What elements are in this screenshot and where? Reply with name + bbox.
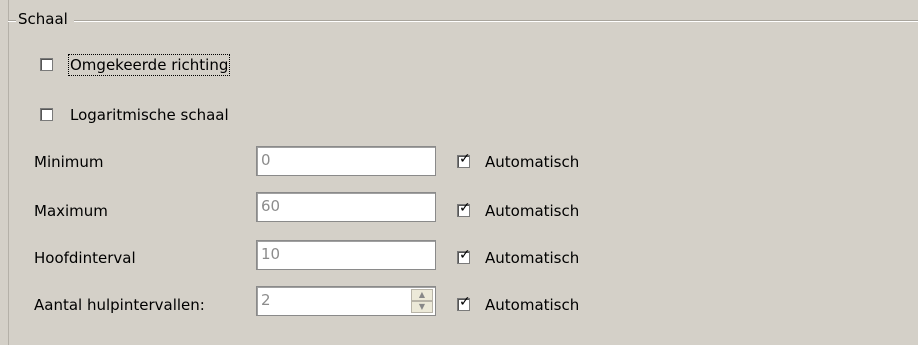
group-divider — [8, 20, 918, 22]
major-interval-auto-label[interactable]: Automatisch — [485, 249, 579, 267]
spin-buttons: ▲ ▼ — [411, 289, 433, 313]
log-scale-checkbox[interactable] — [40, 108, 53, 121]
minimum-row: Minimum 0 ✓ Automatisch — [0, 146, 918, 176]
major-interval-auto-checkbox[interactable]: ✓ — [457, 247, 471, 264]
minor-intervals-value: 2 — [261, 291, 271, 309]
minor-intervals-label: Aantal hulpintervallen: — [34, 296, 205, 314]
spin-up-icon[interactable]: ▲ — [411, 289, 433, 301]
reverse-direction-row: Omgekeerde richting — [0, 54, 918, 80]
major-interval-label: Hoofdinterval — [34, 249, 136, 267]
minor-intervals-spinbox[interactable]: 2 ▲ ▼ — [256, 286, 436, 316]
major-interval-row: Hoofdinterval 10 ✓ Automatisch — [0, 240, 918, 271]
minimum-input[interactable]: 0 — [256, 146, 436, 176]
maximum-auto-checkbox[interactable]: ✓ — [457, 200, 471, 217]
maximum-input[interactable]: 60 — [256, 192, 436, 222]
reverse-direction-checkbox[interactable] — [40, 58, 53, 71]
maximum-auto-label[interactable]: Automatisch — [485, 202, 579, 220]
checkmark-icon: ✓ — [459, 247, 471, 263]
log-scale-label[interactable]: Logaritmische schaal — [70, 106, 229, 124]
maximum-row: Maximum 60 ✓ Automatisch — [0, 192, 918, 224]
checkmark-icon: ✓ — [459, 151, 471, 167]
minor-intervals-auto-label[interactable]: Automatisch — [485, 296, 579, 314]
log-scale-row: Logaritmische schaal — [0, 104, 918, 130]
major-interval-input[interactable]: 10 — [256, 240, 436, 270]
minor-intervals-row: Aantal hulpintervallen: 2 ▲ ▼ ✓ Automati… — [0, 286, 918, 318]
minimum-auto-checkbox[interactable]: ✓ — [457, 151, 471, 168]
spin-down-icon[interactable]: ▼ — [411, 301, 433, 313]
checkmark-icon: ✓ — [459, 294, 471, 310]
group-title: Schaal — [16, 10, 74, 28]
minimum-auto-label[interactable]: Automatisch — [485, 153, 579, 171]
minor-intervals-auto-checkbox[interactable]: ✓ — [457, 294, 471, 311]
checkmark-icon: ✓ — [459, 200, 471, 216]
maximum-label: Maximum — [34, 202, 108, 220]
reverse-direction-label[interactable]: Omgekeerde richting — [67, 54, 231, 76]
minimum-label: Minimum — [34, 153, 104, 171]
